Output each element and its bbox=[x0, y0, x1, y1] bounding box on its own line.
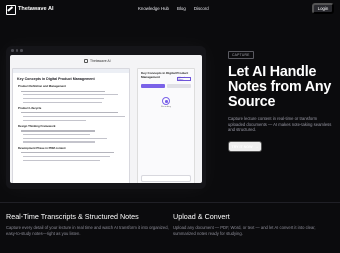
chat-input[interactable] bbox=[141, 175, 191, 182]
text-line bbox=[21, 90, 105, 92]
window-dot bbox=[15, 49, 18, 52]
notes-document: Key Concepts in Digital Product Manageme… bbox=[12, 68, 130, 183]
text-line bbox=[21, 152, 114, 154]
arrow-right-icon: → bbox=[254, 144, 259, 150]
mockup-logo-icon bbox=[84, 59, 88, 63]
window-dot bbox=[11, 49, 14, 52]
recording-panel: Key Concepts in Digital Product Manageme… bbox=[137, 68, 195, 183]
document-section: Design Thinking Framework bbox=[18, 123, 56, 128]
text-line bbox=[23, 94, 119, 96]
text-line bbox=[23, 116, 126, 118]
hero-description: Capture lecture content in real-time or … bbox=[228, 116, 332, 133]
document-section: Product Lifecycle bbox=[18, 105, 42, 110]
feature-description: Upload any document — PDF, Word, or text… bbox=[173, 225, 316, 236]
feature-title: Real-Time Transcripts & Structured Notes bbox=[6, 212, 139, 221]
section-divider bbox=[0, 202, 340, 203]
section-badge: CAPTURE bbox=[228, 51, 254, 59]
text-line bbox=[23, 97, 105, 100]
thetawave-logo-icon[interactable] bbox=[6, 5, 16, 15]
try-it-now-label: TRY IT NOW bbox=[231, 144, 253, 149]
top-nav: Thetawave AI Knowledge Hub Blog Discord … bbox=[0, 0, 340, 18]
text-line bbox=[23, 101, 102, 103]
nav-link-knowledge-hub[interactable]: Knowledge Hub bbox=[138, 6, 169, 11]
text-line bbox=[23, 141, 95, 143]
feature-upload: Upload & Convert Upload any document — P… bbox=[173, 212, 339, 236]
feature-realtime: Real-Time Transcripts & Structured Notes… bbox=[6, 212, 172, 236]
window-chrome bbox=[6, 46, 206, 55]
document-section: Development Phase in PDM context bbox=[18, 145, 66, 150]
hero-title: Let AI Handle Notes from Any Source bbox=[228, 64, 332, 110]
mockup-nav: Thetawave AI bbox=[10, 55, 202, 67]
feature-description: Capture every detail of your lecture in … bbox=[6, 225, 169, 236]
panel-tabs bbox=[141, 84, 191, 89]
text-line bbox=[23, 159, 100, 161]
feature-title: Upload & Convert bbox=[173, 212, 230, 221]
mockup-screen: Thetawave AI Key Concepts in Digital Pro… bbox=[10, 55, 202, 183]
tab-notes[interactable] bbox=[141, 84, 165, 89]
upload-notes-button[interactable]: Upload Notes bbox=[177, 77, 191, 81]
login-button[interactable]: Login bbox=[312, 3, 334, 14]
text-line bbox=[23, 137, 107, 139]
record-icon[interactable] bbox=[162, 97, 170, 106]
try-it-now-button[interactable]: TRY IT NOW → bbox=[228, 141, 262, 153]
document-toolbar bbox=[13, 69, 129, 73]
mockup-brand: Thetawave AI bbox=[90, 59, 111, 63]
nav-link-discord[interactable]: Discord bbox=[194, 6, 209, 11]
text-line bbox=[23, 119, 86, 121]
hero-section: CAPTURE Let AI Handle Notes from Any Sou… bbox=[228, 43, 338, 153]
recording-label: Recording bbox=[161, 106, 171, 109]
text-line bbox=[21, 130, 96, 132]
nav-link-blog[interactable]: Blog bbox=[177, 6, 186, 11]
window-dot bbox=[20, 49, 23, 52]
document-title: Key Concepts in Digital Product Manageme… bbox=[17, 77, 95, 81]
brand-name[interactable]: Thetawave AI bbox=[18, 6, 54, 12]
tab-chat[interactable] bbox=[167, 84, 191, 89]
text-line bbox=[23, 155, 110, 157]
nav-links: Knowledge Hub Blog Discord bbox=[138, 6, 209, 11]
text-line bbox=[21, 112, 119, 114]
document-section: Product Definition and Management bbox=[18, 84, 66, 88]
app-mockup: Thetawave AI Key Concepts in Digital Pro… bbox=[6, 46, 206, 189]
text-line bbox=[23, 134, 91, 136]
